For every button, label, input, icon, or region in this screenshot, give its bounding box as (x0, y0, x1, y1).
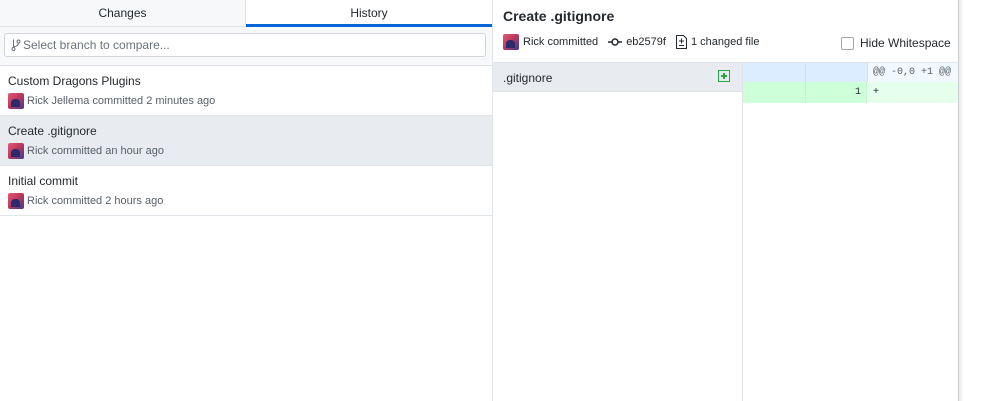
old-line-gutter (743, 63, 806, 82)
file-added-icon (718, 70, 730, 82)
old-line-number (743, 82, 806, 103)
file-diff-icon (675, 35, 687, 49)
avatar (503, 34, 519, 50)
commit-meta: Rick committed an hour ago (8, 143, 164, 159)
commit-title: Initial commit (8, 174, 79, 188)
changed-files-list: .gitignore (493, 63, 743, 401)
commit-detail-author: Rick committed (523, 36, 599, 48)
changed-files-count: 1 changed file (690, 36, 760, 48)
hide-whitespace-toggle[interactable]: Hide Whitespace (841, 36, 951, 50)
avatar (8, 143, 24, 159)
avatar (8, 93, 24, 109)
commit-author-time: Rick committed an hour ago (27, 145, 164, 157)
diff-line-text: + (868, 82, 958, 103)
hide-whitespace-checkbox[interactable] (841, 36, 854, 50)
new-line-gutter (806, 63, 868, 82)
diff-view: @@ -0,0 +1 @@ 1 + (743, 63, 958, 401)
tab-history[interactable]: History (246, 0, 492, 27)
tab-bar: Changes History (0, 0, 492, 27)
new-line-number: 1 (806, 82, 867, 103)
history-sidebar: Changes History Custom Dragons Plugins R… (0, 0, 493, 401)
diff-hunk-header: @@ -0,0 +1 @@ (743, 63, 958, 82)
file-list-item[interactable]: .gitignore (493, 63, 742, 92)
commit-title: Custom Dragons Plugins (8, 74, 141, 88)
commit-summary-header: Create .gitignore Rick committed eb2579f… (493, 0, 958, 63)
tab-history-label: History (350, 6, 388, 20)
commit-detail-pane: Create .gitignore Rick committed eb2579f… (493, 0, 959, 401)
commit-meta: Rick Jellema committed 2 minutes ago (8, 93, 215, 109)
commit-author-time: Rick committed 2 hours ago (27, 195, 164, 207)
git-commit-icon (608, 38, 623, 46)
commit-meta: Rick committed 2 hours ago (8, 193, 163, 209)
commit-title: Create .gitignore (8, 124, 97, 138)
tab-changes[interactable]: Changes (0, 0, 246, 26)
commit-list-item[interactable]: Custom Dragons Plugins Rick Jellema comm… (0, 66, 492, 116)
commit-sha[interactable]: eb2579f (626, 36, 666, 48)
git-branch-icon (11, 39, 21, 51)
hunk-header-text: @@ -0,0 +1 @@ (868, 63, 958, 82)
branch-compare-input[interactable] (23, 36, 478, 54)
hide-whitespace-label: Hide Whitespace (860, 36, 951, 50)
commit-detail-title: Create .gitignore (503, 8, 615, 24)
avatar (8, 193, 24, 209)
pane-edge-shadow (958, 0, 964, 401)
diff-added-line: 1 + (743, 82, 958, 103)
commit-author-time: Rick Jellema committed 2 minutes ago (27, 95, 216, 107)
file-name: .gitignore (503, 71, 553, 85)
branch-compare-area (0, 27, 492, 66)
commit-detail-meta: Rick committed eb2579f 1 changed file (503, 34, 759, 50)
branch-compare-box[interactable] (4, 33, 486, 57)
commit-list-item[interactable]: Initial commit Rick committed 2 hours ag… (0, 166, 492, 216)
commit-list-item-selected[interactable]: Create .gitignore Rick committed an hour… (0, 116, 492, 166)
